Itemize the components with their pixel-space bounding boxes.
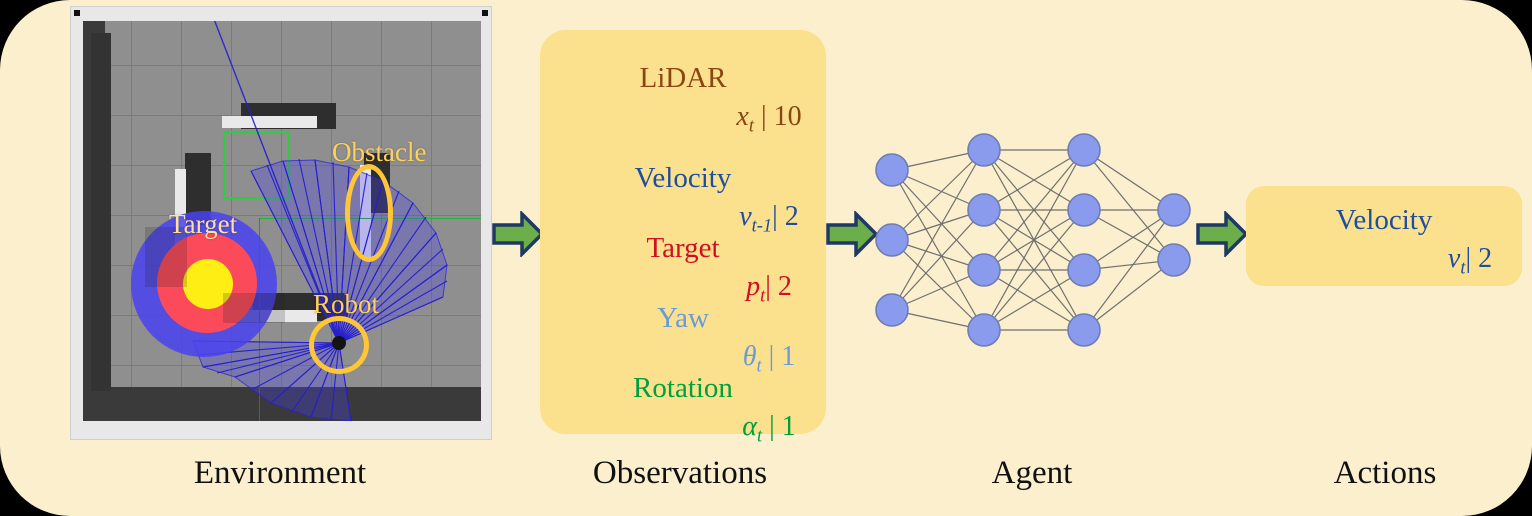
symbol-separator-action-velocity: |: [1465, 243, 1479, 274]
network-node: [875, 223, 909, 257]
symbol-glyph-lidar: x: [736, 101, 749, 132]
obstacle-annotation-label: Obstacle: [332, 137, 427, 167]
observation-symbol-yaw: θt | 1: [540, 343, 912, 375]
observation-symbol-lidar: xt | 10: [540, 103, 912, 135]
symbol-separator-rotation: |: [762, 411, 782, 442]
robot-annotation-label: Robot: [313, 289, 380, 319]
arrow-environment-to-observations: [492, 211, 544, 257]
arrow-agent-to-actions: [1196, 211, 1248, 257]
observation-label-velocity: Velocity: [634, 162, 732, 194]
symbol-separator-yaw: |: [761, 341, 782, 372]
symbol-glyph-target: p: [746, 271, 761, 302]
network-node: [967, 313, 1001, 347]
symbol-dimension-action-velocity: 2: [1478, 243, 1493, 274]
frame-corner-top-left: [74, 10, 80, 16]
obstacle-block-top-face: [222, 116, 317, 128]
symbol-dimension-target: 2: [777, 271, 792, 302]
simulation-scene: Obstacle Target Robot: [83, 21, 481, 421]
network-node: [967, 193, 1001, 227]
actions-card: Velocity vt| 2: [1246, 186, 1522, 286]
caption-agent: Agent: [991, 455, 1073, 491]
network-node: [1157, 243, 1191, 277]
main-panel: Obstacle Target Robot LiDAR xt | 10 Velo…: [0, 0, 1532, 516]
frame-corner-top-right: [482, 10, 488, 16]
network-edges: [891, 149, 1175, 331]
network-node: [967, 133, 1001, 167]
wall-left-inner: [91, 33, 111, 391]
robot-annotation-ellipse: [309, 316, 369, 374]
observation-symbol-target: pt| 2: [540, 273, 912, 305]
observation-label-lidar: LiDAR: [639, 62, 727, 94]
network-node: [1067, 253, 1101, 287]
symbol-dimension-yaw: 1: [781, 341, 796, 372]
wall-bottom: [83, 387, 481, 421]
symbol-dimension-rotation: 1: [781, 411, 796, 442]
observation-label-rotation: Rotation: [633, 372, 733, 404]
agent-neural-network: [875, 133, 1191, 347]
symbol-separator-velocity: |: [772, 201, 785, 232]
shadow-patch-low: [223, 293, 285, 323]
network-node: [967, 253, 1001, 287]
action-symbol-velocity: vt| 2: [1246, 245, 1532, 277]
target-annotation-label: Target: [169, 209, 238, 239]
symbol-dimension-lidar: 10: [773, 101, 802, 132]
symbol-separator-lidar: |: [753, 101, 774, 132]
symbol-glyph-yaw: θ: [742, 341, 757, 372]
observations-card: LiDAR xt | 10 Velocity vt-1| 2 Target pt…: [540, 30, 826, 445]
symbol-separator-target: |: [765, 271, 778, 302]
floor-grid: [83, 21, 481, 421]
network-node: [875, 153, 909, 187]
observation-label-target: Target: [646, 232, 720, 264]
network-node: [1157, 193, 1191, 227]
symbol-glyph-rotation: α: [742, 411, 757, 442]
obstacle-annotation-ellipse: [345, 164, 393, 262]
network-node: [1067, 133, 1101, 167]
symbol-glyph-velocity: v: [739, 201, 752, 232]
network-node: [875, 293, 909, 327]
action-label-velocity: Velocity: [1335, 204, 1433, 236]
diagram-root: Obstacle Target Robot LiDAR xt | 10 Velo…: [0, 0, 1532, 516]
observation-label-yaw: Yaw: [657, 302, 709, 334]
observation-symbol-rotation: αt | 1: [540, 413, 912, 445]
caption-environment: Environment: [193, 455, 367, 491]
network-node: [1067, 313, 1101, 347]
symbol-subscript-velocity: t-1: [751, 215, 773, 236]
symbol-glyph-action-velocity: v: [1447, 243, 1461, 274]
symbol-dimension-velocity: 2: [784, 201, 799, 232]
caption-observations: Observations: [592, 455, 768, 491]
environment-frame: Obstacle Target Robot: [70, 6, 492, 440]
network-node: [1067, 193, 1101, 227]
caption-actions: Actions: [1333, 455, 1437, 491]
goal-region-box: [223, 131, 290, 199]
environment-viewport: Obstacle Target Robot: [70, 6, 492, 440]
